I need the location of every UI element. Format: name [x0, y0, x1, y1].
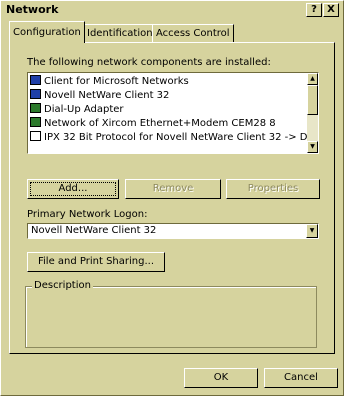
network-adapter-icon — [30, 117, 41, 127]
properties-button[interactable]: Properties — [226, 179, 320, 199]
chevron-down-icon[interactable]: ▼ — [306, 224, 318, 238]
list-item-label: Novell NetWare Client 32 — [44, 90, 170, 101]
tab-access-control-label: Access Control — [156, 28, 230, 39]
add-button[interactable]: Add... — [27, 179, 119, 199]
list-item[interactable]: IPX 32 Bit Protocol for Novell NetWare C… — [30, 131, 319, 144]
tab-access-control[interactable]: Access Control — [152, 24, 234, 43]
help-button[interactable]: ? — [306, 3, 322, 17]
file-print-sharing-button[interactable]: File and Print Sharing... — [27, 252, 165, 272]
list-item[interactable]: Dial-Up Adapter — [30, 103, 124, 116]
tab-configuration-label: Configuration — [13, 27, 81, 38]
list-item-label: IPX 32 Bit Protocol for Novell NetWare C… — [44, 132, 319, 143]
primary-logon-value: Novell NetWare Client 32 — [31, 225, 157, 236]
vertical-scrollbar[interactable]: ▲ ▼ — [307, 73, 318, 153]
network-adapter-icon — [30, 103, 41, 113]
network-client-icon — [30, 75, 41, 85]
list-item[interactable]: Novell NetWare Client 32 — [30, 89, 169, 102]
primary-logon-select[interactable]: Novell NetWare Client 32 ▼ — [27, 223, 319, 239]
scroll-up-icon[interactable]: ▲ — [307, 73, 318, 85]
scroll-down-icon[interactable]: ▼ — [307, 141, 318, 153]
primary-logon-label: Primary Network Logon: — [27, 209, 148, 220]
list-item-label: Dial-Up Adapter — [44, 104, 124, 115]
tab-identification-label: Identification — [87, 28, 153, 39]
close-button[interactable]: X — [323, 3, 339, 17]
protocol-icon — [30, 131, 41, 141]
list-item[interactable]: Network of Xircom Ethernet+Modem CEM28 8 — [30, 117, 276, 130]
cancel-button[interactable]: Cancel — [264, 368, 338, 388]
list-item[interactable]: Client for Microsoft Networks — [30, 75, 189, 88]
list-item-label: Client for Microsoft Networks — [44, 76, 189, 87]
window-title: Network — [6, 3, 59, 16]
network-dialog: Network ? X Configuration Identification… — [0, 0, 344, 396]
description-title: Description — [32, 280, 93, 291]
components-heading: The following network components are ins… — [27, 57, 271, 68]
list-item-label: Network of Xircom Ethernet+Modem CEM28 8 — [44, 118, 276, 129]
tab-identification[interactable]: Identification — [83, 24, 157, 43]
network-client-icon — [30, 89, 41, 99]
title-bar[interactable]: Network ? X — [3, 2, 341, 18]
scroll-thumb[interactable] — [307, 85, 318, 115]
ok-button[interactable]: OK — [184, 368, 258, 388]
description-group: Description — [25, 280, 317, 348]
tab-configuration[interactable]: Configuration — [9, 21, 85, 43]
remove-button[interactable]: Remove — [125, 179, 221, 199]
components-list[interactable]: Client for Microsoft Networks Novell Net… — [27, 72, 319, 154]
